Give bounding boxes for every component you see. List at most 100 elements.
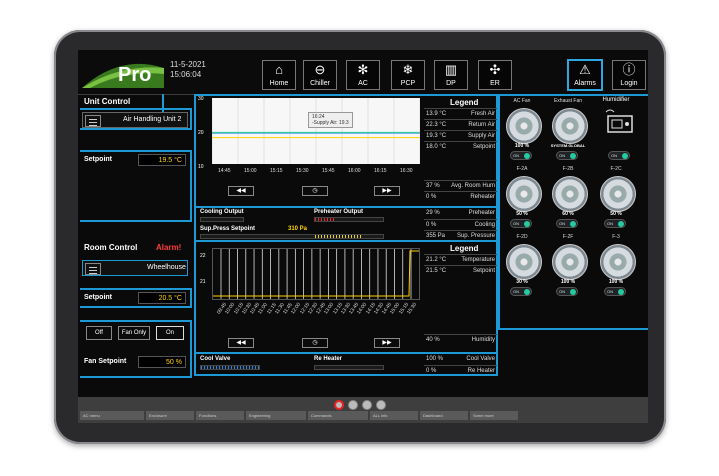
- chart-prev-button[interactable]: ◀◀: [228, 186, 254, 196]
- humidifier-toggle[interactable]: ON: [608, 151, 630, 160]
- x-tick: 16:00: [348, 168, 361, 174]
- fan-setpoint-field[interactable]: 50 %: [138, 356, 186, 368]
- unit-setpoint-panel: Setpoint 19.5 °C: [80, 150, 192, 222]
- fan-name: F-2A: [516, 166, 528, 172]
- fan-pct: 50 %: [516, 211, 528, 217]
- clock-icon: ◷: [312, 340, 318, 346]
- fan-off-button[interactable]: Off: [86, 326, 112, 340]
- header-time: 15:06:04: [170, 70, 202, 79]
- y-tick: 10: [198, 164, 204, 170]
- chart2-prev-button[interactable]: ◀◀: [228, 338, 254, 348]
- chiller-icon: ⊖: [314, 62, 326, 77]
- x-tick: 15:30: [296, 168, 309, 174]
- legend-row: 0 % Reheater: [424, 191, 497, 203]
- outputs-panel: Cooling Output Preheater Output Sup.Pres…: [194, 206, 498, 242]
- unit-select-dropdown[interactable]: Air Handling Unit 2: [82, 112, 188, 128]
- company-logo: Pro: [80, 58, 164, 90]
- chart-tooltip: 16:24 -Supply Air: 19.3: [308, 112, 353, 128]
- fan-name: F-2F: [562, 234, 574, 240]
- room-alarm-label: Alarm!: [156, 243, 182, 252]
- valves-legend: 100 % Cool Valve 0 % Re Heater: [424, 354, 497, 376]
- room-setpoint-field[interactable]: 20.5 °C: [138, 292, 186, 304]
- page-dot[interactable]: [348, 400, 358, 410]
- fan-2f-icon: [552, 244, 588, 280]
- top-legend: Legend 13.9 °C Fresh Air 22.3 °C Return Ai…: [424, 96, 497, 206]
- taskbar-item[interactable]: Dashboard: [420, 411, 468, 420]
- alarm-icon: ⚠: [579, 62, 591, 77]
- y-tick: 21: [200, 279, 206, 285]
- page-dot-active[interactable]: [334, 400, 344, 410]
- fan-pct: 100 %: [560, 279, 576, 285]
- chart-next-button[interactable]: ▶▶: [374, 186, 400, 196]
- taskbar-item[interactable]: Commands: [308, 411, 368, 420]
- chart2-next-button[interactable]: ▶▶: [374, 338, 400, 348]
- taskbar-item[interactable]: Functions: [196, 411, 244, 420]
- preheater-output-bar: [314, 217, 384, 222]
- valves-panel: Cool Valve Re Heater 100 % Cool Valve 0 %…: [194, 352, 498, 376]
- fan-only-button[interactable]: Fan Only: [118, 326, 150, 340]
- forward-icon: ▶▶: [382, 188, 392, 194]
- fan-header: AC Fan: [513, 98, 531, 104]
- legend-title: Legend: [450, 244, 479, 253]
- nav-pcp-button[interactable]: ❄ PCP: [391, 60, 425, 90]
- taskbar-item[interactable]: ALL info: [370, 411, 418, 420]
- fan-2d-toggle[interactable]: ON: [510, 287, 532, 296]
- taskbar-item[interactable]: Some more: [470, 411, 518, 420]
- chart-clock-button[interactable]: ◷: [302, 186, 328, 196]
- room-select-dropdown[interactable]: Wheelhouse: [82, 260, 188, 276]
- x-tick: 15:15: [270, 168, 283, 174]
- exhaust-fan-icon: [552, 108, 588, 144]
- exhaust-fan-toggle[interactable]: ON: [556, 151, 578, 160]
- x-tick: 16:30: [400, 168, 413, 174]
- taskbar-item[interactable]: Enclosure: [146, 411, 194, 420]
- page-dot[interactable]: [376, 400, 386, 410]
- nav-login-button[interactable]: ⓘ Login: [612, 60, 646, 90]
- nav-chiller-button[interactable]: ⊖ Chiller: [303, 60, 337, 90]
- menu-icon: [85, 263, 101, 275]
- panel-icon: ▥: [444, 62, 458, 77]
- outputs-legend: 29 % Preheater 0 % Cooling 355 Pa Sup. Pres…: [424, 208, 497, 242]
- fan-2b-toggle[interactable]: ON: [556, 219, 578, 228]
- fan-pct: 100 %: [608, 279, 624, 285]
- bottom-x-axis: 09:45 10:00 10:15 10:30 10:45 11:00 11:15 11:30…: [212, 300, 418, 326]
- nav-ac-button[interactable]: ✻ AC: [346, 60, 380, 90]
- chart2-clock-button[interactable]: ◷: [302, 338, 328, 348]
- fan-2d-icon: [506, 244, 542, 280]
- fan-2c-toggle[interactable]: ON: [604, 219, 626, 228]
- fan-name: F-3: [612, 234, 620, 240]
- fan-3-toggle[interactable]: ON: [604, 287, 626, 296]
- nav-home-button[interactable]: ⌂ Home: [262, 60, 296, 90]
- unit-select-panel: Air Handling Unit 2: [80, 108, 192, 130]
- preheater-output-label: Preheater Output: [314, 209, 364, 215]
- series-line-setpoint: [213, 250, 419, 297]
- ac-fan-toggle[interactable]: ON: [510, 151, 532, 160]
- nav-alarms-button[interactable]: ⚠ Alarms: [568, 60, 602, 90]
- fan-2a-toggle[interactable]: ON: [510, 219, 532, 228]
- taskbar-item[interactable]: AC menu: [80, 411, 144, 420]
- ac-icon: ✻: [357, 62, 369, 77]
- header-date: 11-5-2021: [170, 60, 206, 69]
- fan-on-button[interactable]: On: [156, 326, 184, 340]
- bottom-legend: Legend 21.2 °C Temperature 21.5 °C Setpoin…: [424, 242, 497, 343]
- fan-2f-toggle[interactable]: ON: [556, 287, 578, 296]
- legend-row: 18.0 °C Setpoint: [424, 141, 497, 153]
- cooling-output-label: Cooling Output: [200, 209, 244, 215]
- fan-2a-icon: [506, 176, 542, 212]
- y-tick: 20: [198, 130, 204, 136]
- nav-dp-button[interactable]: ▥ DP: [434, 60, 468, 90]
- humidifier-icon: [602, 108, 638, 138]
- page-dot[interactable]: [362, 400, 372, 410]
- fan-icon: ✣: [489, 62, 501, 77]
- top-chart-plot: 16:24 -Supply Air: 19.3: [211, 98, 421, 164]
- legend-row: 100 % Cool Valve: [426, 356, 495, 362]
- hmi-screen: Pro 11-5-2021 15:06:04 ⌂ Home ⊖ Chiller …: [78, 50, 648, 423]
- humidifier-header: Humidifier: [602, 97, 630, 103]
- legend-row: 0 % Re Heater: [424, 365, 497, 377]
- taskbar-item[interactable]: Engineering: [246, 411, 306, 420]
- cooling-output-bar: [200, 217, 244, 222]
- unit-setpoint-field[interactable]: 19.5 °C: [138, 154, 186, 166]
- bottom-chart-plot: [212, 248, 420, 300]
- nav-er-button[interactable]: ✣ ER: [478, 60, 512, 90]
- sup-press-bar: [200, 234, 384, 239]
- unit-control-title: Unit Control: [84, 97, 131, 106]
